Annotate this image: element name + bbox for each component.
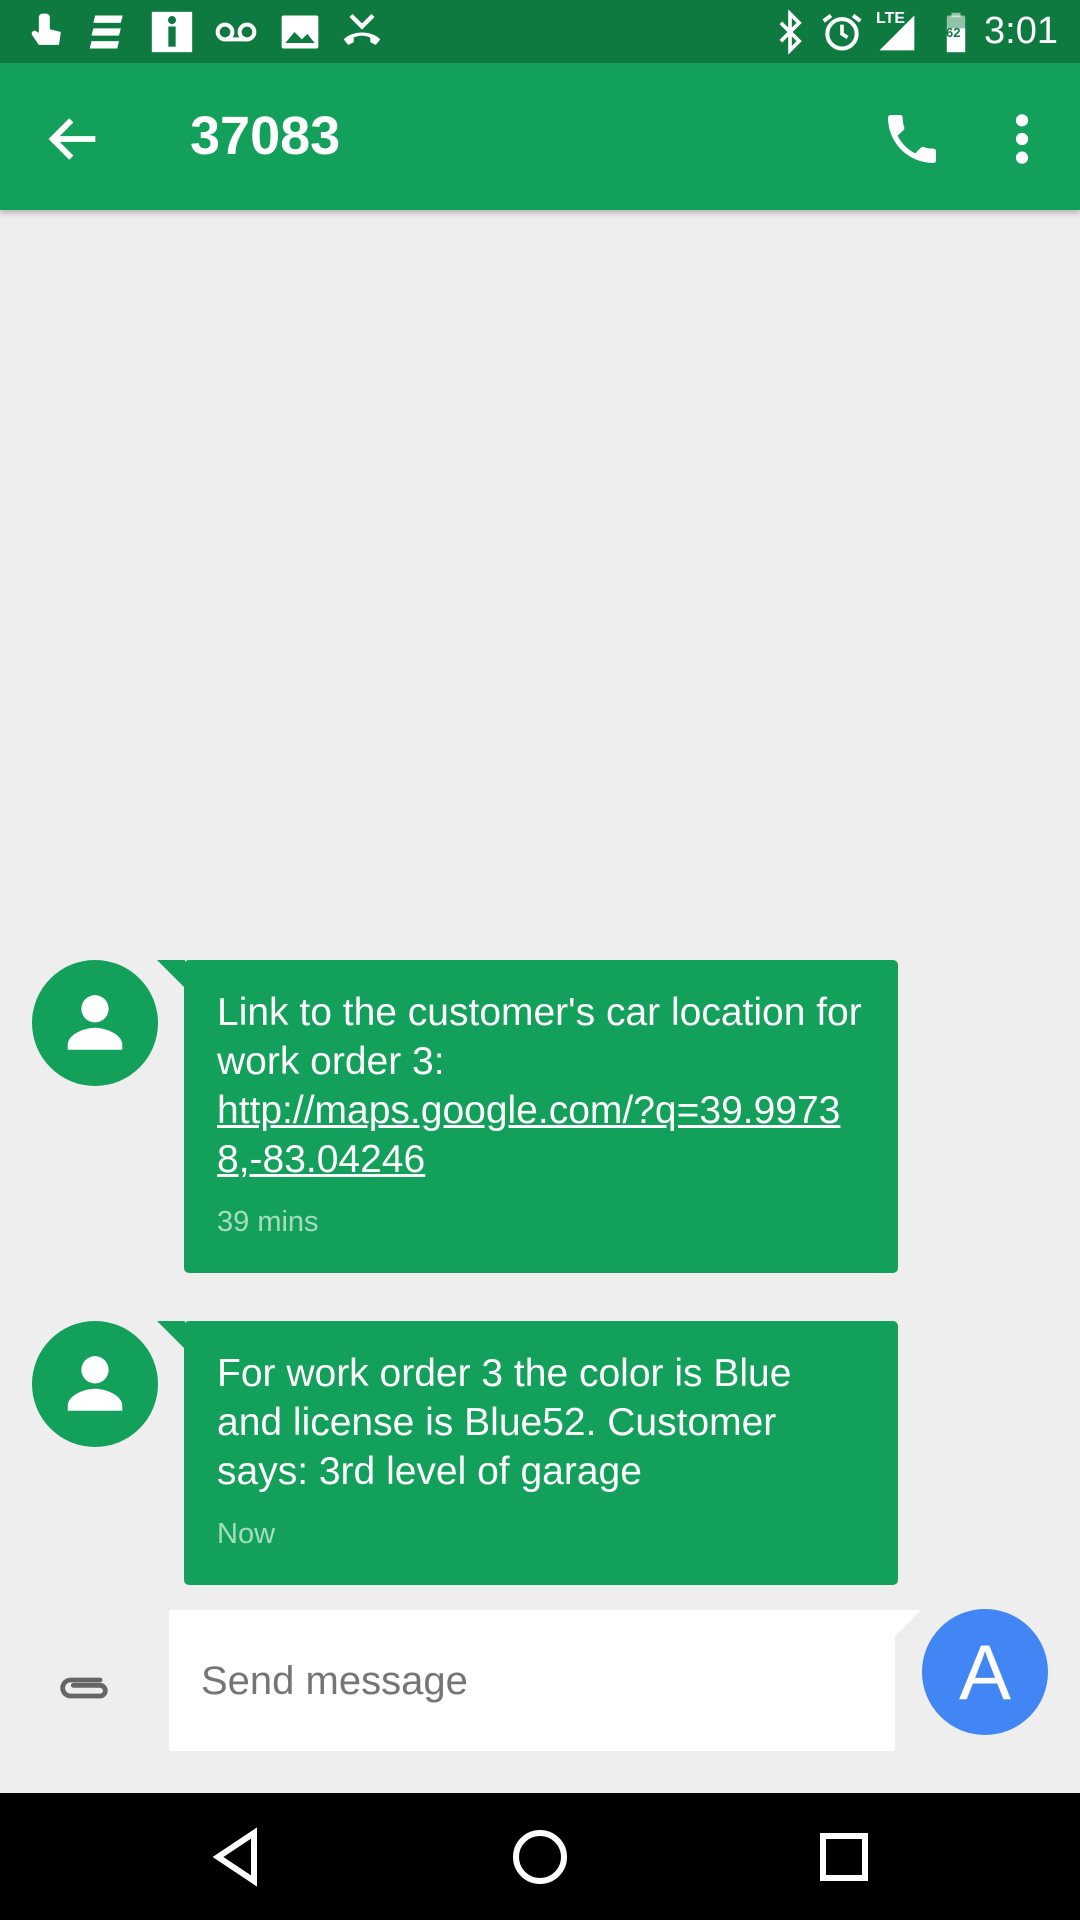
send-button[interactable]: A [922,1609,1048,1735]
list-icon [89,15,123,49]
avatar[interactable] [32,960,158,1086]
phone-icon[interactable] [880,107,944,171]
message-input[interactable] [199,1610,869,1753]
message-time: 39 mins [217,1206,319,1238]
paperclip-icon[interactable] [52,1656,116,1720]
signal-icon [879,15,915,51]
person-icon [67,1356,123,1411]
image-icon [281,15,319,49]
voicemail-icon [215,22,257,42]
message-link[interactable]: http://maps.google.com/?q=39.99738,-83.0… [217,1086,866,1184]
bluetooth-icon [779,10,802,54]
message-bubble[interactable]: For work order 3 the color is Blue and l… [157,1321,898,1585]
battery-level: 62 [946,25,961,40]
conversation-title: 37083 [190,106,341,166]
status-bar: LTE 62 3:01 [0,0,1080,63]
avatar[interactable] [32,1321,158,1447]
message-row: For work order 3 the color is Blue and l… [0,1321,1080,1585]
navigation-bar [0,1793,1080,1920]
message-text: For work order 3 the color is Blue and l… [217,1352,792,1493]
message-row: Link to the customer's car location for … [0,960,1080,1273]
more-vert-icon[interactable] [1000,107,1044,171]
compose-bar: A [0,1600,1080,1793]
message-text: Link to the customer's car location for … [217,991,862,1083]
person-icon [67,995,123,1050]
touch-icon [31,13,61,45]
nav-back-icon[interactable] [200,1821,272,1893]
message-time: Now [217,1518,276,1550]
missed-call-icon [343,13,381,45]
nav-home-icon[interactable] [504,1821,576,1893]
info-icon [151,11,193,53]
alarm-icon [822,13,862,51]
nav-recents-icon[interactable] [808,1821,880,1893]
app-bar: 37083 [0,63,1080,210]
message-bubble[interactable]: Link to the customer's car location for … [157,960,898,1273]
back-arrow-icon[interactable] [42,107,106,171]
status-time: 3:01 [984,10,1058,52]
message-input-box [169,1610,921,1753]
